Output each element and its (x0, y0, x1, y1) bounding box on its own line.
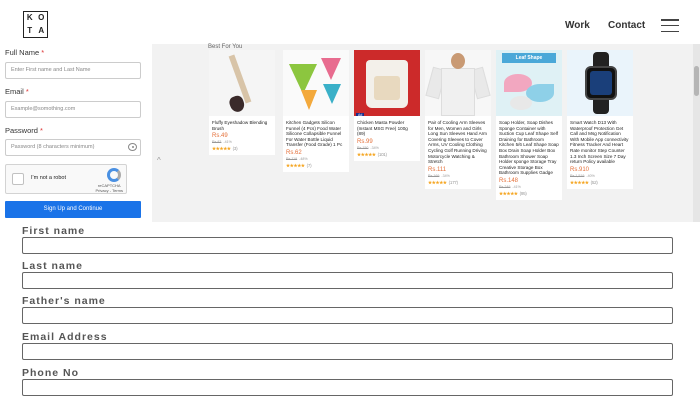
product-image (425, 50, 491, 116)
product-price: Rs.62 (286, 149, 302, 156)
logo-letter: T (27, 25, 33, 35)
product-image (209, 50, 275, 116)
product-card[interactable]: Pair of Cooling Arm Sleeves for Men, Wom… (425, 50, 491, 189)
full-name-input[interactable]: Enter First name and Last Name (5, 62, 141, 79)
email-input[interactable]: Example@somothing.com (5, 101, 141, 118)
product-image: Leaf Shape (496, 50, 562, 116)
product-rating: ★★★★★ (95) (499, 190, 527, 196)
product-image (567, 50, 633, 116)
product-title: Pair of Cooling Arm Sleeves for Men, Wom… (428, 120, 487, 165)
page: K O T A Work Contact Full Name * Enter F… (0, 0, 700, 400)
page-scrollbar[interactable] (693, 44, 700, 222)
product-card[interactable]: Leaf Shape Soap Holder, Soap Dishes Spon… (496, 50, 562, 200)
first-name-label: First name (22, 225, 86, 237)
hamburger-icon[interactable] (661, 19, 679, 32)
recaptcha-label: I'm not a robot (31, 175, 66, 181)
product-rating: ★★★★★ (7) (286, 162, 312, 168)
phone-no-label: Phone No (22, 367, 79, 379)
product-title: Smart Watch D13 With Waterproof Protecti… (570, 120, 629, 165)
product-price: Rs.99 (357, 138, 373, 145)
product-rating: ★★★★★ (101) (357, 151, 387, 157)
product-card[interactable]: Smart Watch D13 With Waterproof Protecti… (567, 50, 633, 189)
email-address-label: Email Address (22, 331, 108, 343)
logo-letter: A (38, 25, 45, 35)
site-header: K O T A Work Contact (0, 0, 700, 44)
product-price: Rs.148 (499, 177, 519, 184)
product-title: Kitchen Gadgets Silicon Funnel (4 Pcs) F… (286, 120, 343, 148)
product-image (283, 50, 349, 116)
logo-letter: O (38, 13, 45, 22)
product-title: Chicken Masta Powder (Instant MSG Free) … (357, 120, 408, 137)
product-price: Rs.49 (212, 133, 228, 140)
nav-contact-link[interactable]: Contact (608, 20, 645, 31)
product-title: Fluffy Eyeshadow Blending Brush (212, 120, 268, 131)
signup-form: Full Name * Enter First name and Last Na… (0, 44, 152, 222)
email-address-input[interactable] (22, 343, 673, 360)
recaptcha-widget: I'm not a robot reCAPTCHA Privacy - Terms (5, 164, 127, 194)
full-name-label: Full Name * (5, 48, 45, 57)
password-placeholder: Password (8 characters minimum) (11, 144, 95, 150)
recaptcha-icon (107, 168, 121, 182)
scrollbar-thumb[interactable] (694, 66, 699, 96)
product-rating: ★★★★★ (3) (212, 146, 238, 152)
fathers-name-label: Father's name (22, 295, 106, 307)
last-name-input[interactable] (22, 272, 673, 289)
nav-work-link[interactable]: Work (565, 20, 590, 31)
first-name-input[interactable] (22, 237, 673, 254)
product-rating: ★★★★★ (52) (570, 179, 598, 185)
kota-logo[interactable]: K O T A (23, 11, 48, 38)
chevron-up-icon[interactable]: ^ (157, 156, 161, 165)
eye-icon[interactable] (128, 143, 137, 151)
recaptcha-checkbox[interactable] (12, 173, 24, 185)
password-input[interactable]: Password (8 characters minimum) (5, 139, 141, 156)
product-image: Ad (354, 50, 420, 116)
ad-badge: Ad (356, 113, 365, 116)
fathers-name-input[interactable] (22, 307, 673, 324)
product-card[interactable]: Ad Chicken Masta Powder (Instant MSG Fre… (354, 50, 420, 161)
product-price: Rs.111 (428, 166, 447, 173)
product-rating: ★★★★★ (177) (428, 179, 458, 185)
password-label: Password * (5, 126, 43, 135)
email-label: Email * (5, 87, 29, 96)
product-price: Rs.910 (570, 166, 590, 173)
product-card[interactable]: Fluffy Eyeshadow Blending Brush Rs.49 Rs… (209, 50, 275, 156)
logo-letter: K (26, 13, 33, 22)
last-name-label: Last name (22, 260, 83, 272)
product-banner: Leaf Shape (502, 53, 556, 63)
signup-submit-button[interactable]: Sign Up and Continue (5, 201, 141, 218)
product-card[interactable]: Kitchen Gadgets Silicon Funnel (4 Pcs) F… (283, 50, 349, 172)
recaptcha-brand: reCAPTCHA Privacy - Terms (95, 183, 123, 193)
phone-no-input[interactable] (22, 379, 673, 396)
product-title: Soap Holder, Soap Dishes Sponge Containe… (499, 120, 559, 176)
product-carousel: Best For You ^ Fluffy Eyeshadow Blending… (152, 44, 700, 222)
